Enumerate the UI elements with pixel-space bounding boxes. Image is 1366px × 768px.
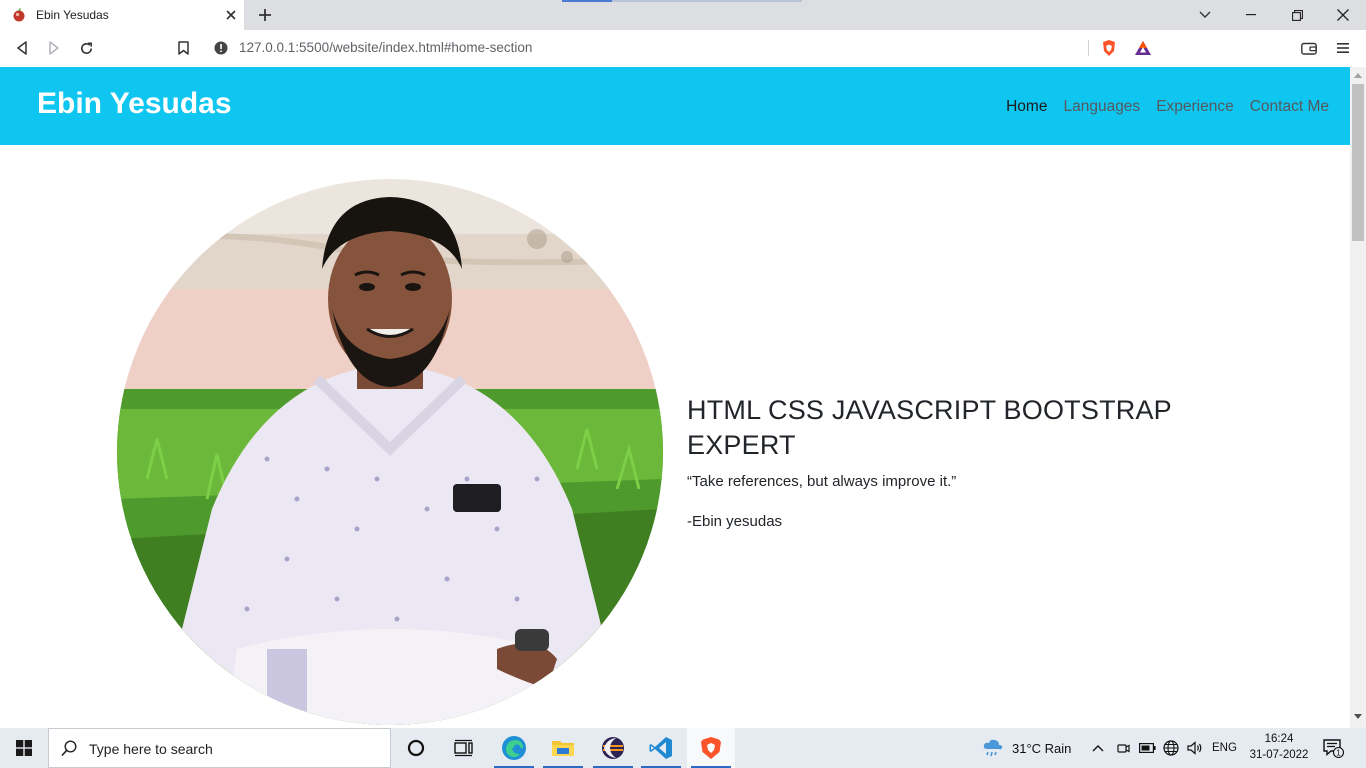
address-bar[interactable]: 127.0.0.1:5500/website/index.html#home-s…: [204, 34, 1162, 62]
input-language: ENG: [1212, 742, 1237, 754]
file-explorer-icon: [552, 741, 574, 756]
windows-taskbar: Type here to search 31°C Rain ENG 16:24 …: [0, 728, 1366, 768]
hero-quote: “Take references, but always improve it.…: [687, 473, 957, 490]
battery-button[interactable]: [1139, 728, 1156, 768]
windows-logo-icon: [16, 740, 32, 756]
nav-link-home[interactable]: Home: [1006, 98, 1047, 116]
weather-text: 31°C Rain: [1012, 740, 1072, 756]
meet-now-icon: [1117, 744, 1130, 753]
tab-favicon-icon: [13, 8, 25, 22]
battery-icon: [1139, 743, 1156, 753]
web-page: Ebin Yesudas Home Languages Experience C…: [0, 67, 1350, 728]
taskbar-clock[interactable]: 16:24 31-07-2022: [1243, 731, 1315, 763]
browser-tab-strip: Ebin Yesudas: [0, 0, 1366, 30]
input-language-button[interactable]: ENG: [1212, 728, 1237, 768]
profile-photo: [117, 179, 663, 725]
nav-link-languages[interactable]: Languages: [1063, 98, 1140, 116]
site-info-icon[interactable]: [214, 41, 228, 55]
nav-links: Home Languages Experience Contact Me: [1006, 98, 1329, 116]
brave-shields-icon[interactable]: [1100, 39, 1118, 57]
nav-link-contact-me[interactable]: Contact Me: [1250, 98, 1329, 116]
edge-icon: [502, 736, 526, 760]
taskbar-app-file-explorer[interactable]: [539, 728, 587, 768]
tab-close-icon[interactable]: [224, 8, 238, 22]
browser-tab[interactable]: Ebin Yesudas: [0, 0, 244, 30]
hero-quote-author: -Ebin yesudas: [687, 513, 783, 530]
taskbar-app-brave[interactable]: [687, 728, 735, 768]
forward-icon: [49, 41, 59, 55]
reload-button[interactable]: [76, 38, 96, 58]
wallet-icon: [1301, 42, 1317, 55]
bookmark-button[interactable]: [173, 38, 193, 58]
scroll-up-arrow-icon[interactable]: [1354, 72, 1362, 78]
vscode-icon: [649, 737, 672, 759]
tab-strip-indicator-secondary: [612, 0, 802, 2]
task-view-button[interactable]: [440, 728, 488, 768]
reload-icon: [80, 42, 92, 54]
address-bar-divider: [1088, 40, 1089, 56]
clock-date: 31-07-2022: [1249, 749, 1309, 761]
taskbar-search-box[interactable]: Type here to search: [48, 728, 391, 768]
brave-rewards-icon[interactable]: [1134, 40, 1152, 56]
tab-strip-indicator: [562, 0, 612, 2]
url-text[interactable]: 127.0.0.1:5500/website/index.html#home-s…: [239, 40, 532, 55]
brave-icon: [701, 737, 721, 759]
page-scrollbar[interactable]: [1350, 67, 1366, 728]
notifications-button[interactable]: 1: [1323, 728, 1345, 768]
taskbar-app-eclipse[interactable]: [589, 728, 637, 768]
rain-cloud-icon: [983, 739, 1003, 757]
hero-headline: HTML CSS JAVASCRIPT BOOTSTRAP EXPERT: [687, 395, 1172, 460]
taskbar-app-vscode[interactable]: [637, 728, 685, 768]
speaker-icon: [1187, 741, 1202, 755]
nav-link-experience[interactable]: Experience: [1156, 98, 1234, 116]
minimize-button[interactable]: [1228, 0, 1274, 30]
back-button[interactable]: [12, 38, 32, 58]
tab-title: Ebin Yesudas: [36, 8, 109, 22]
close-icon: [1337, 9, 1349, 21]
minimize-icon: [1246, 14, 1256, 16]
wallet-button[interactable]: [1299, 38, 1319, 58]
volume-button[interactable]: [1187, 728, 1204, 768]
new-tab-icon[interactable]: [257, 7, 273, 23]
task-view-icon: [454, 739, 473, 757]
search-icon: [61, 740, 77, 757]
taskbar-app-edge[interactable]: [490, 728, 538, 768]
site-brand[interactable]: Ebin Yesudas: [37, 87, 232, 121]
bookmark-icon: [177, 41, 189, 55]
start-button[interactable]: [0, 728, 48, 768]
tab-search-button[interactable]: [1182, 0, 1228, 30]
scrollbar-thumb[interactable]: [1352, 84, 1364, 241]
menu-button[interactable]: [1333, 38, 1353, 58]
cortana-button[interactable]: [392, 728, 440, 768]
forward-button[interactable]: [44, 38, 64, 58]
scroll-down-arrow-icon[interactable]: [1354, 714, 1362, 720]
chevron-down-icon: [1199, 11, 1211, 18]
network-button[interactable]: [1163, 728, 1179, 768]
globe-network-icon: [1163, 740, 1179, 756]
restore-button[interactable]: [1274, 0, 1320, 30]
eclipse-icon: [602, 737, 624, 759]
hamburger-menu-icon: [1337, 43, 1349, 53]
notification-count: 1: [1336, 749, 1341, 758]
cortana-icon: [407, 739, 425, 757]
browser-toolbar: 127.0.0.1:5500/website/index.html#home-s…: [0, 30, 1366, 67]
close-window-button[interactable]: [1320, 0, 1366, 30]
chevron-up-icon: [1092, 745, 1104, 752]
restore-icon: [1291, 9, 1303, 21]
meet-now-button[interactable]: [1116, 728, 1130, 768]
taskbar-search-placeholder: Type here to search: [89, 741, 213, 757]
weather-widget[interactable]: 31°C Rain: [982, 728, 1071, 768]
show-hidden-icons-button[interactable]: [1092, 728, 1104, 768]
site-navbar: Ebin Yesudas Home Languages Experience C…: [0, 67, 1350, 145]
back-icon: [17, 41, 27, 55]
notification-icon: 1: [1323, 739, 1345, 758]
clock-time: 16:24: [1264, 733, 1294, 745]
